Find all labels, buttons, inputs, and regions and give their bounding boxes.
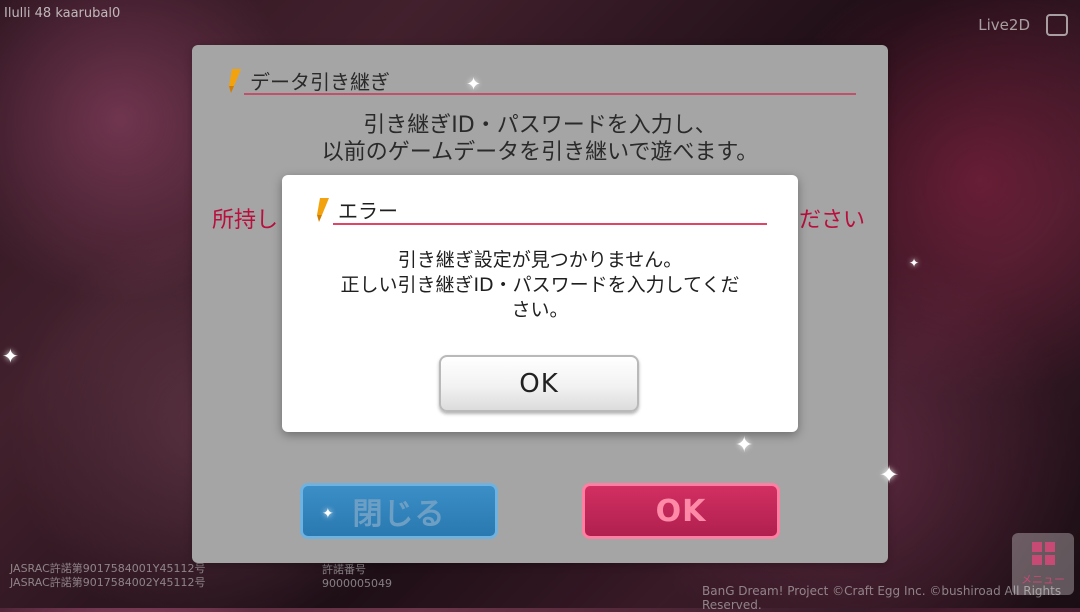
sparkle-icon: ✦	[909, 256, 920, 270]
error-message: 引き継ぎ設定が見つかりません。 正しい引き継ぎID・パスワードを入力してくだ さ…	[300, 248, 780, 323]
jasrac-line-1: JASRAC許諾第9017584001Y45112号	[10, 562, 206, 575]
notice-text-left: 所持し	[212, 208, 279, 233]
menu-label: メニュー	[1021, 572, 1065, 586]
live2d-label: Live2D	[978, 16, 1030, 34]
user-id-text: Ilulli 48 kaarubal0	[4, 6, 121, 21]
title-underline	[244, 93, 856, 95]
notice-text-right: ださい	[799, 208, 866, 233]
license-number-text: 許諾番号 9000005049	[322, 563, 392, 591]
data-transfer-title: データ引き継ぎ	[250, 70, 390, 94]
error-ok-button[interactable]: OK	[439, 355, 639, 412]
data-transfer-message-line-1: 引き継ぎID・パスワードを入力し、	[363, 113, 717, 138]
menu-button[interactable]: メニュー	[1012, 533, 1074, 595]
sparkle-icon: ✦	[879, 461, 900, 489]
pencil-icon	[229, 68, 241, 93]
data-transfer-message: 引き継ぎID・パスワードを入力し、 以前のゲームデータを引き継いで遊べます。	[192, 112, 888, 166]
sparkle-icon: ✦	[466, 74, 482, 95]
cube-icon	[1046, 14, 1068, 36]
menu-grid-icon	[1031, 541, 1055, 565]
error-message-line-3: さい。	[511, 299, 569, 321]
jasrac-license-text: JASRAC許諾第9017584001Y45112号 JASRAC許諾第9017…	[10, 562, 205, 590]
license-label: 許諾番号	[322, 563, 366, 576]
sparkle-icon: ✦	[735, 433, 754, 458]
error-message-line-2: 正しい引き継ぎID・パスワードを入力してくだ	[340, 274, 740, 296]
error-message-line-1: 引き継ぎ設定が見つかりません。	[397, 249, 683, 271]
sparkle-icon: ✦	[322, 506, 334, 522]
license-number: 9000005049	[322, 577, 392, 590]
error-title-row: エラー	[314, 195, 398, 224]
ok-button-back[interactable]: OK	[582, 483, 780, 539]
data-transfer-message-line-2: 以前のゲームデータを引き継いで遊べます。	[321, 140, 759, 165]
error-title-underline	[333, 223, 767, 225]
data-transfer-title-row: データ引き継ぎ	[226, 66, 390, 95]
error-title: エラー	[338, 199, 398, 223]
jasrac-line-2: JASRAC許諾第9017584002Y45112号	[10, 576, 206, 589]
top-right-status: Live2D	[978, 14, 1068, 36]
pencil-icon	[317, 197, 329, 222]
sparkle-icon: ✦	[2, 344, 19, 368]
